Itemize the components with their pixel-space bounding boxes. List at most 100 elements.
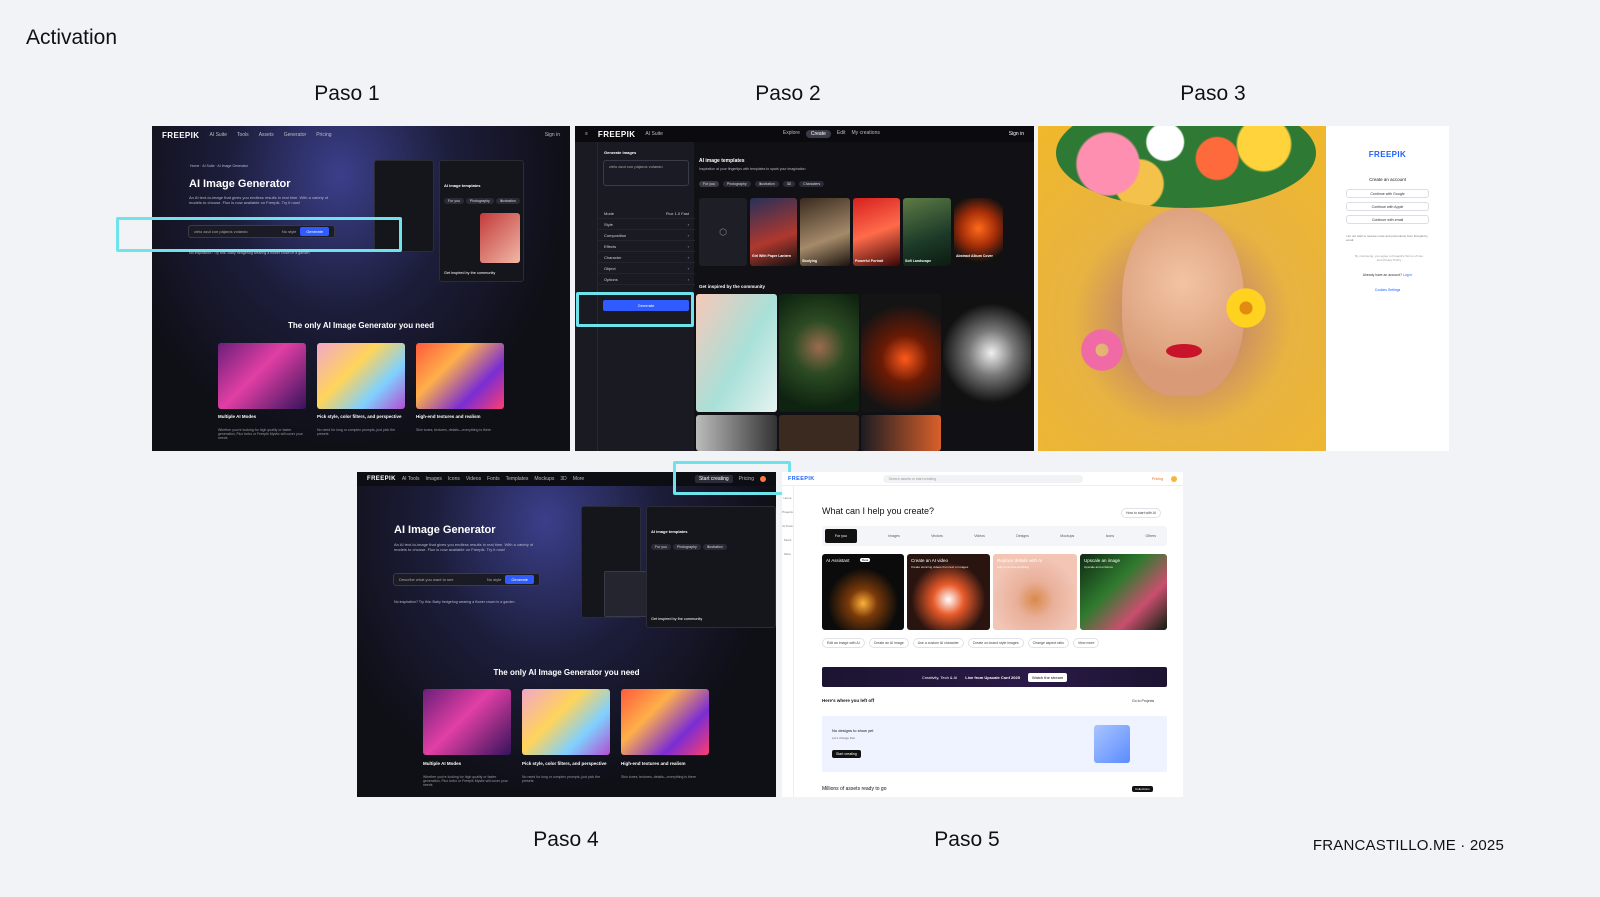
tool-tab[interactable]: Images bbox=[888, 534, 899, 538]
nav-item[interactable]: AI Suite bbox=[209, 132, 227, 138]
cookies-settings-link[interactable]: Cookies Settings bbox=[1326, 288, 1449, 292]
tab-edit[interactable]: Edit bbox=[837, 130, 846, 138]
community-image[interactable] bbox=[861, 294, 941, 412]
nav-item[interactable]: Mockups bbox=[534, 476, 554, 482]
tool-tab[interactable]: Vectors bbox=[931, 534, 943, 538]
generate-button[interactable]: Generate bbox=[603, 300, 689, 311]
template-tab[interactable]: 3D bbox=[782, 181, 796, 187]
tab-my-creations[interactable]: My creations bbox=[852, 130, 880, 138]
apple-button[interactable]: Continue with Apple bbox=[1346, 202, 1429, 211]
tool-tab[interactable]: Designs bbox=[1016, 534, 1029, 538]
freepik-logo[interactable]: FREEPIK bbox=[162, 131, 199, 140]
pricing-link[interactable]: Pricing bbox=[739, 476, 754, 482]
template-thumbnail[interactable] bbox=[480, 213, 520, 263]
prompt-textarea[interactable]: cielo azul con pájaros volando bbox=[603, 160, 689, 186]
nav-item[interactable]: Templates bbox=[506, 476, 529, 482]
replace-details-card[interactable]: Replace details with AI Add or remove an… bbox=[993, 554, 1077, 630]
cube-icon[interactable]: ⬡ bbox=[699, 198, 747, 266]
community-image[interactable] bbox=[779, 294, 859, 412]
collections-button[interactable]: Collections bbox=[1132, 786, 1153, 792]
panel-tab[interactable]: For you bbox=[651, 544, 671, 550]
avatar[interactable] bbox=[1171, 475, 1177, 482]
action-pill[interactable]: Use a custom AI character bbox=[912, 638, 964, 648]
rail-item-home[interactable]: Home bbox=[783, 496, 791, 500]
freepik-logo[interactable]: FREEPIK bbox=[598, 130, 635, 139]
nav-item[interactable]: Pricing bbox=[316, 132, 331, 138]
watch-stream-button[interactable]: Watch the stream bbox=[1027, 672, 1068, 682]
menu-item-style[interactable]: Style › bbox=[598, 219, 695, 230]
nav-item[interactable]: 3D bbox=[560, 476, 566, 482]
how-to-start-button[interactable]: How to start with AI bbox=[1121, 508, 1161, 518]
action-pill[interactable]: Edit an image with AI bbox=[822, 638, 865, 648]
nav-item[interactable]: Tools bbox=[237, 132, 249, 138]
menu-item-mode[interactable]: Mode Flux 1.0 Fast bbox=[598, 208, 695, 219]
nav-item[interactable]: Generator bbox=[284, 132, 307, 138]
template-tab[interactable]: For you bbox=[699, 181, 719, 187]
tool-tab-for-you[interactable]: For you bbox=[825, 529, 857, 543]
panel-tab[interactable]: Photography bbox=[672, 544, 701, 550]
menu-item-composition[interactable]: Composition › bbox=[598, 230, 695, 241]
mode-dropdown[interactable] bbox=[604, 571, 650, 617]
rail-item-more[interactable]: More bbox=[784, 552, 791, 556]
ai-video-card[interactable]: Create an AI video Create stunning video… bbox=[907, 554, 990, 630]
newsletter-checkbox-label[interactable]: I do not wish to receive news and promot… bbox=[1346, 234, 1436, 242]
rail-item-projects[interactable]: Projects bbox=[782, 510, 793, 514]
generate-button[interactable]: Generate bbox=[300, 227, 329, 236]
panel-tab[interactable]: For you bbox=[444, 198, 464, 204]
menu-item-options[interactable]: Options › bbox=[598, 274, 695, 285]
template-tab[interactable]: Characters bbox=[799, 181, 825, 187]
pricing-link[interactable]: Pricing bbox=[1152, 477, 1163, 481]
rail-item-ai-tools[interactable]: AI Tools bbox=[782, 524, 793, 528]
google-button[interactable]: Continue with Google bbox=[1346, 189, 1429, 198]
community-image[interactable] bbox=[696, 415, 777, 451]
sign-in-link[interactable]: Sign in bbox=[1009, 131, 1024, 137]
menu-item-effects[interactable]: Effects › bbox=[598, 241, 695, 252]
template-card[interactable] bbox=[853, 198, 900, 266]
menu-item-character[interactable]: Character › bbox=[598, 252, 695, 263]
rail-item-stock[interactable]: Stock bbox=[784, 538, 792, 542]
style-select[interactable]: No style bbox=[282, 229, 296, 234]
promo-banner[interactable]: Creativity, Tech & AI Live from Upscale … bbox=[822, 667, 1167, 687]
nav-item[interactable]: AI Tools bbox=[402, 476, 420, 482]
freepik-logo[interactable]: FREEPIK bbox=[367, 476, 396, 482]
search-input[interactable]: Search assets or start creating bbox=[882, 474, 1083, 483]
prompt-input[interactable]: cielo azul con pájaros volando No style … bbox=[188, 225, 335, 238]
panel-tab[interactable]: Illustration bbox=[702, 544, 727, 550]
template-card[interactable] bbox=[903, 198, 951, 266]
panel-tab[interactable]: Illustration bbox=[495, 198, 520, 204]
tool-tab[interactable]: Mockups bbox=[1060, 534, 1074, 538]
sign-in-link[interactable]: Sign in bbox=[545, 132, 560, 138]
nav-item[interactable]: Fonts bbox=[487, 476, 500, 482]
upscale-card[interactable]: Upscale an image Upscale and enhance bbox=[1080, 554, 1167, 630]
tool-tab[interactable]: Videos bbox=[974, 534, 985, 538]
tab-create[interactable]: Create bbox=[805, 130, 831, 138]
start-creating-button[interactable]: Start creating bbox=[832, 750, 861, 758]
action-pill[interactable]: View more bbox=[1072, 638, 1100, 648]
menu-item-object[interactable]: Object › bbox=[598, 263, 695, 274]
hamburger-icon[interactable]: ≡ bbox=[585, 131, 588, 137]
start-creating-button[interactable]: Start creating bbox=[694, 475, 733, 483]
prompt-input[interactable]: Describe what you want to see No style G… bbox=[393, 573, 540, 586]
nav-item[interactable]: Icons bbox=[448, 476, 460, 482]
nav-item[interactable]: More bbox=[573, 476, 584, 482]
freepik-logo[interactable]: FREEPIK bbox=[788, 476, 815, 482]
style-select[interactable]: No style bbox=[487, 577, 501, 582]
go-to-projects-link[interactable]: Go to Projects bbox=[1132, 699, 1154, 703]
panel-tab[interactable]: Photography bbox=[465, 198, 494, 204]
ai-assistant-card[interactable]: AI Assistant Beta bbox=[822, 554, 904, 630]
email-button[interactable]: Continue with email bbox=[1346, 215, 1429, 224]
tab-explore[interactable]: Explore bbox=[783, 130, 800, 138]
freepik-logo[interactable]: FREEPIK bbox=[1326, 150, 1449, 159]
community-image[interactable] bbox=[779, 415, 859, 451]
nav-item[interactable]: Images bbox=[426, 476, 442, 482]
avatar[interactable] bbox=[760, 476, 766, 482]
template-tab[interactable]: Photography bbox=[722, 181, 751, 187]
community-image[interactable] bbox=[861, 415, 941, 451]
template-tab[interactable]: Illustration bbox=[754, 181, 779, 187]
community-image[interactable] bbox=[696, 294, 777, 412]
action-pill[interactable]: Create on-brand style images bbox=[967, 638, 1024, 648]
template-card[interactable] bbox=[800, 198, 850, 266]
nav-item[interactable]: Assets bbox=[259, 132, 274, 138]
login-link[interactable]: Log in bbox=[1403, 273, 1412, 277]
tool-tab[interactable]: Icons bbox=[1106, 534, 1114, 538]
